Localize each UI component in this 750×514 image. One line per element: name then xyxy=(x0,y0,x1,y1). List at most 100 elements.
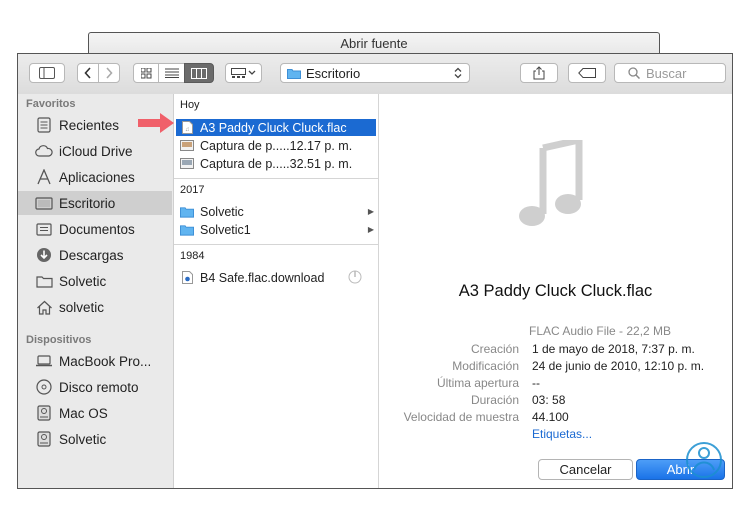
sidebar-item-descargas[interactable]: Descargas xyxy=(18,243,172,267)
sidebar-item-escritorio[interactable]: Escritorio xyxy=(18,191,172,215)
file-row-solvetic1[interactable]: Solvetic1 ▶ xyxy=(176,221,376,238)
meta-row-sample-rate: Velocidad de muestra 44.100 xyxy=(379,410,732,427)
music-note-icon xyxy=(519,140,583,226)
view-icons-button[interactable] xyxy=(133,63,159,83)
sidebar-item-label: solvetic xyxy=(59,299,105,315)
download-file-icon xyxy=(180,271,194,285)
meta-key: Modificación xyxy=(452,359,519,373)
meta-value: 03: 58 xyxy=(532,393,566,407)
sidebar-item-label: Documentos xyxy=(59,221,135,237)
forward-button[interactable] xyxy=(98,63,120,83)
view-gallery-button[interactable] xyxy=(225,63,262,83)
laptop-icon xyxy=(35,352,53,370)
cancel-button[interactable]: Cancelar xyxy=(538,459,633,480)
sidebar-icon xyxy=(39,67,55,79)
tags-button[interactable] xyxy=(568,63,606,83)
file-name: Solvetic xyxy=(200,204,244,219)
file-name: Captura de p.....12.17 p. m. xyxy=(200,138,353,153)
preview-title: A3 Paddy Cluck Cluck.flac xyxy=(458,282,653,300)
sidebar-item-solvetic-drive[interactable]: Solvetic xyxy=(18,427,172,451)
screenshot-icon xyxy=(180,139,194,153)
sidebar-item-solvetic-folder[interactable]: Solvetic xyxy=(18,269,172,293)
view-columns-button[interactable] xyxy=(184,63,214,83)
preview-kind: FLAC Audio File - 22,2 MB xyxy=(529,324,672,338)
updown-chevron-icon xyxy=(454,67,462,79)
meta-value: 24 de junio de 2010, 12:10 p. m. xyxy=(532,359,705,373)
chevron-left-icon xyxy=(84,67,91,79)
gallery-icon xyxy=(230,68,255,78)
sidebar-item-aplicaciones[interactable]: Aplicaciones xyxy=(18,165,172,189)
tags-link[interactable]: Etiquetas... xyxy=(532,427,592,441)
grid-icon xyxy=(140,67,151,78)
meta-value: 1 de mayo de 2018, 7:37 p. m. xyxy=(532,342,695,356)
back-button[interactable] xyxy=(77,63,99,83)
search-input[interactable]: Buscar xyxy=(614,63,726,83)
file-row-captura-1[interactable]: Captura de p.....12.17 p. m. xyxy=(176,137,376,154)
sidebar-item-disco-remoto[interactable]: Disco remoto xyxy=(18,375,172,399)
sidebar-item-macbook-pro[interactable]: MacBook Pro... xyxy=(18,349,172,373)
home-icon xyxy=(35,298,53,316)
search-icon xyxy=(628,67,640,79)
meta-key: Duración xyxy=(470,393,519,407)
share-button[interactable] xyxy=(520,63,558,83)
columns-icon xyxy=(191,67,207,79)
meta-row-duration: Duración 03: 58 xyxy=(379,393,732,410)
cloud-icon xyxy=(35,142,53,160)
sidebar-item-icloud-drive[interactable]: iCloud Drive xyxy=(18,139,172,163)
sidebar-heading-favorites: Favoritos xyxy=(26,98,76,110)
group-heading-1984: 1984 xyxy=(180,250,205,262)
meta-key: Creación xyxy=(470,342,519,356)
file-name: A3 Paddy Cluck Cluck.flac xyxy=(200,120,347,135)
sidebar-toggle-button[interactable] xyxy=(29,63,65,83)
disclosure-arrow-icon: ▶ xyxy=(367,207,374,216)
applications-icon xyxy=(35,168,53,186)
file-row-captura-2[interactable]: Captura de p.....32.51 p. m. xyxy=(176,155,376,172)
toolbar: Escritorio Buscar xyxy=(18,54,732,95)
sidebar-item-label: Mac OS xyxy=(59,405,108,421)
group-divider xyxy=(174,244,378,245)
location-popup[interactable]: Escritorio xyxy=(280,63,470,83)
tag-icon xyxy=(578,68,596,78)
file-name: Solvetic1 xyxy=(200,222,251,237)
folder-icon xyxy=(180,223,194,237)
sidebar-item-mac-os[interactable]: Mac OS xyxy=(18,401,172,425)
group-heading-hoy: Hoy xyxy=(180,99,200,111)
sidebar-item-label: Disco remoto xyxy=(59,379,139,395)
download-icon xyxy=(35,246,53,264)
search-placeholder: Buscar xyxy=(646,65,687,81)
file-name: B4 Safe.flac.download xyxy=(200,270,325,285)
sidebar-item-label: Descargas xyxy=(59,247,124,263)
group-divider xyxy=(174,178,378,179)
preview-pane: A3 Paddy Cluck Cluck.flac FLAC Audio Fil… xyxy=(379,94,732,488)
document-icon xyxy=(35,220,53,238)
window-title: Abrir fuente xyxy=(88,32,660,54)
folder-icon xyxy=(180,205,194,219)
disc-icon xyxy=(35,378,53,396)
drive-icon xyxy=(35,404,53,422)
view-list-button[interactable] xyxy=(158,63,185,83)
folder-icon xyxy=(287,68,301,79)
meta-value: 44.100 xyxy=(532,410,569,424)
file-column: Hoy ♫ A3 Paddy Cluck Cluck.flac Captura … xyxy=(174,94,379,488)
watermark-logo-icon xyxy=(686,442,722,478)
meta-key: Última apertura xyxy=(436,376,519,390)
meta-row-modified: Modificación 24 de junio de 2010, 12:10 … xyxy=(379,359,732,376)
list-icon xyxy=(164,68,179,78)
file-row-a3-paddy[interactable]: ♫ A3 Paddy Cluck Cluck.flac xyxy=(176,119,376,136)
location-label: Escritorio xyxy=(306,65,361,81)
sidebar-item-documentos[interactable]: Documentos xyxy=(18,217,172,241)
recents-icon xyxy=(35,116,53,134)
progress-spinner-icon xyxy=(348,270,362,287)
sidebar-item-label: MacBook Pro... xyxy=(59,353,152,369)
desktop-icon xyxy=(35,194,53,212)
file-row-b4-safe[interactable]: B4 Safe.flac.download xyxy=(176,269,376,286)
sidebar-item-solvetic-home[interactable]: solvetic xyxy=(18,295,172,319)
drive-icon xyxy=(35,430,53,448)
svg-text:♫: ♫ xyxy=(185,127,190,133)
folder-icon xyxy=(35,272,53,290)
open-dialog: Escritorio Buscar Favoritos Recientes iC… xyxy=(17,53,733,489)
screenshot-icon xyxy=(180,157,194,171)
file-row-solvetic[interactable]: Solvetic ▶ xyxy=(176,203,376,220)
meta-row-creation: Creación 1 de mayo de 2018, 7:37 p. m. xyxy=(379,342,732,359)
sidebar-item-label: Aplicaciones xyxy=(59,169,135,185)
